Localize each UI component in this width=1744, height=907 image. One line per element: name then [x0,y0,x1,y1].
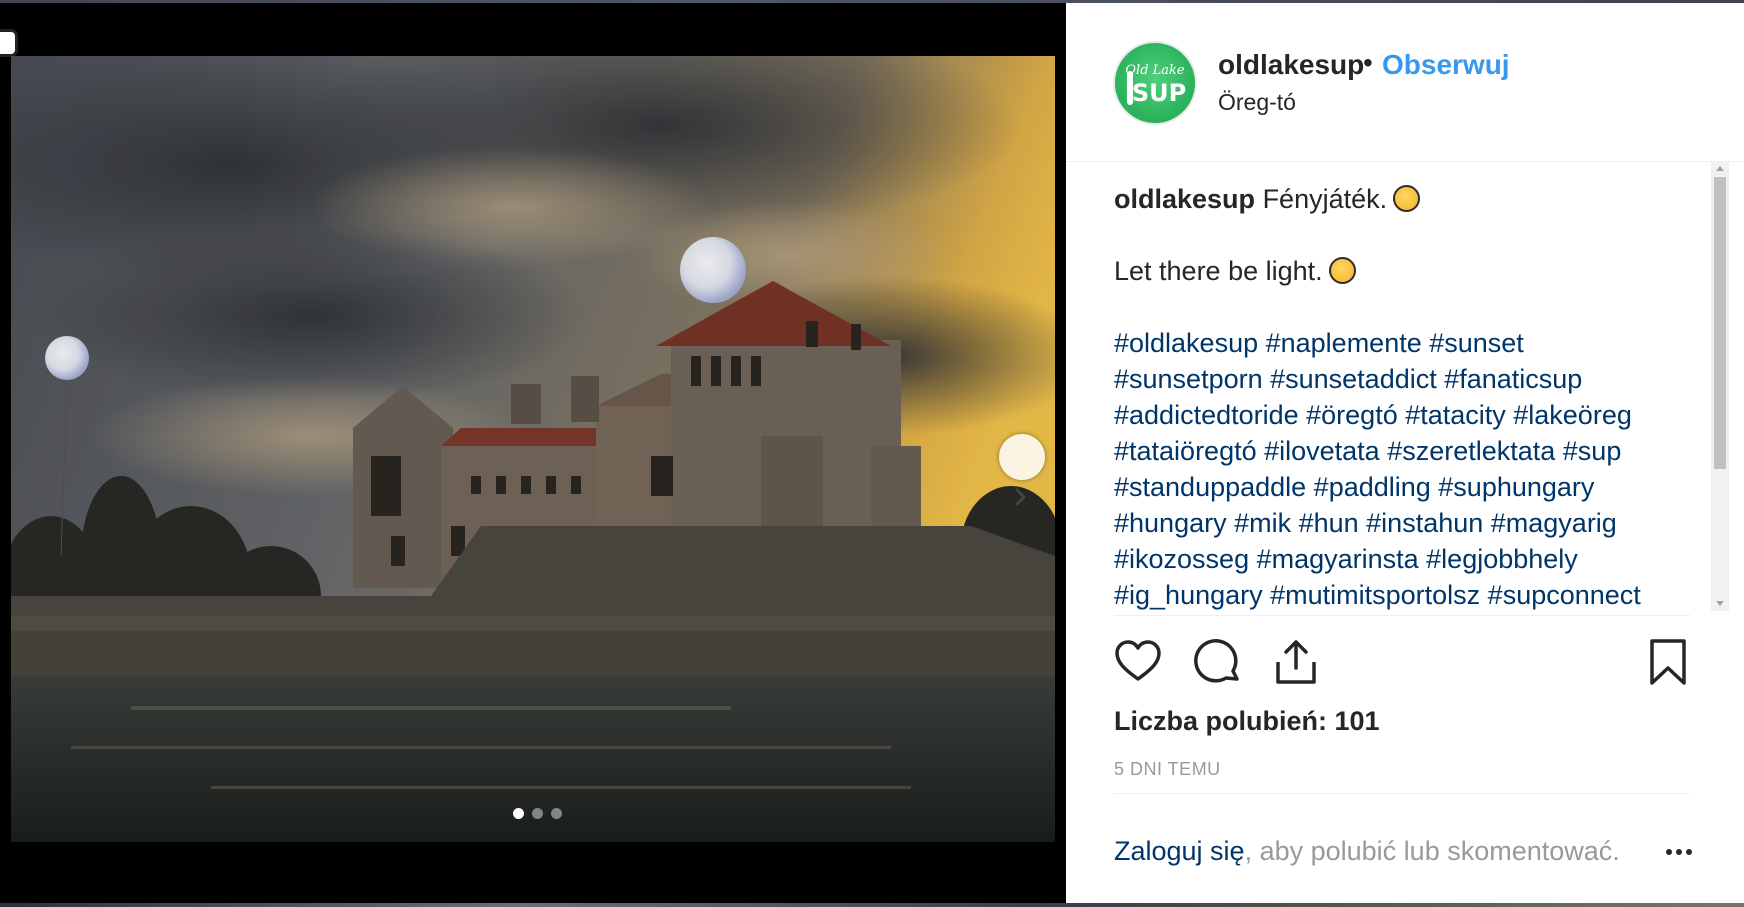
bookmark-icon [1650,639,1686,685]
post-location[interactable]: Öreg-tó [1218,89,1296,116]
separator-dot: • [1363,47,1373,78]
divider [1114,615,1690,616]
carousel-dot[interactable] [551,808,562,819]
share-icon [1276,640,1316,684]
hashtag-line[interactable]: #ig_hungary #mutimitsportolsz #supconnec… [1114,577,1694,611]
sun-emoji-icon [1328,257,1356,284]
hashtag-line[interactable]: #tataiöregtó #ilovetata #szeretlektata #… [1114,433,1694,469]
login-link[interactable]: Zaloguj się [1114,836,1245,866]
caption-text: Let there be light. [1114,256,1323,286]
post-modal: Old Lake SUP oldlakesup • Obserwuj Öreg-… [0,3,1744,903]
post-sidebar: Old Lake SUP oldlakesup • Obserwuj Öreg-… [1066,3,1744,903]
post-media [0,3,1066,903]
save-button[interactable] [1646,638,1690,691]
caption-line: Let there be light. [1114,253,1694,289]
post-timestamp[interactable]: 5 DNI TEMU [1114,759,1221,780]
more-options-button[interactable] [1659,838,1699,866]
sun-emoji-icon [1393,185,1421,212]
carousel-dot[interactable] [513,808,524,819]
caption-area: oldlakesup Fényjáték. Let there be light… [1114,169,1694,611]
brand-logo: Old Lake SUP [1125,63,1186,107]
carousel-indicator [513,808,562,819]
scroll-down-icon[interactable] [1716,601,1724,606]
scrollbar-thumb[interactable] [1714,177,1726,469]
action-bar [1114,638,1694,690]
chevron-right-icon [1015,488,1026,506]
avatar[interactable]: Old Lake SUP [1113,41,1197,125]
more-dot [1666,849,1672,855]
svg-text:Old Lake: Old Lake [1125,63,1185,78]
likes-count[interactable]: Liczba polubień: 101 [1114,706,1380,737]
caption-text: Fényjáték. [1262,184,1388,214]
more-dot [1686,849,1692,855]
heart-icon [1115,640,1161,681]
share-button[interactable] [1272,638,1320,691]
post-photo [11,56,1055,842]
scroll-up-icon[interactable] [1716,166,1724,171]
hashtag-line[interactable]: #oldlakesup #naplemente #sunset [1114,325,1694,361]
divider [1114,793,1690,794]
post-header: Old Lake SUP oldlakesup • Obserwuj Öreg-… [1066,3,1744,162]
svg-text:SUP: SUP [1132,79,1186,107]
hashtag-line[interactable]: #ikozosseg #magyarinsta #legjobbhely [1114,541,1694,577]
caption-line: oldlakesup Fényjáték. [1114,181,1694,217]
hashtag-line[interactable]: #sunsetporn #sunsetaddict #fanaticsup [1114,361,1694,397]
like-button[interactable] [1114,638,1162,691]
hashtag-line[interactable]: #addictedtoride #öregtó #tatacity #lakeö… [1114,397,1694,433]
comment-icon [1194,639,1239,683]
login-prompt: Zaloguj się, aby polubić lub skomentować… [1114,836,1620,867]
follow-button[interactable]: Obserwuj [1382,49,1510,81]
comment-button[interactable] [1194,638,1242,691]
post-username[interactable]: oldlakesup [1218,49,1364,81]
hashtag-block: #oldlakesup #naplemente #sunset #sunsetp… [1114,325,1694,611]
next-slide-button[interactable] [999,434,1045,506]
caption-scrollbar[interactable] [1711,161,1729,611]
hashtag-line[interactable]: #hungary #mik #hun #instahun #magyarig [1114,505,1694,541]
caption-username[interactable]: oldlakesup [1114,184,1255,214]
instagram-icon[interactable] [0,29,18,57]
carousel-dot[interactable] [532,808,543,819]
more-dot [1676,849,1682,855]
login-prompt-text: , aby polubić lub skomentować. [1244,836,1620,866]
hashtag-line[interactable]: #standuppaddle #paddling #suphungary [1114,469,1694,505]
